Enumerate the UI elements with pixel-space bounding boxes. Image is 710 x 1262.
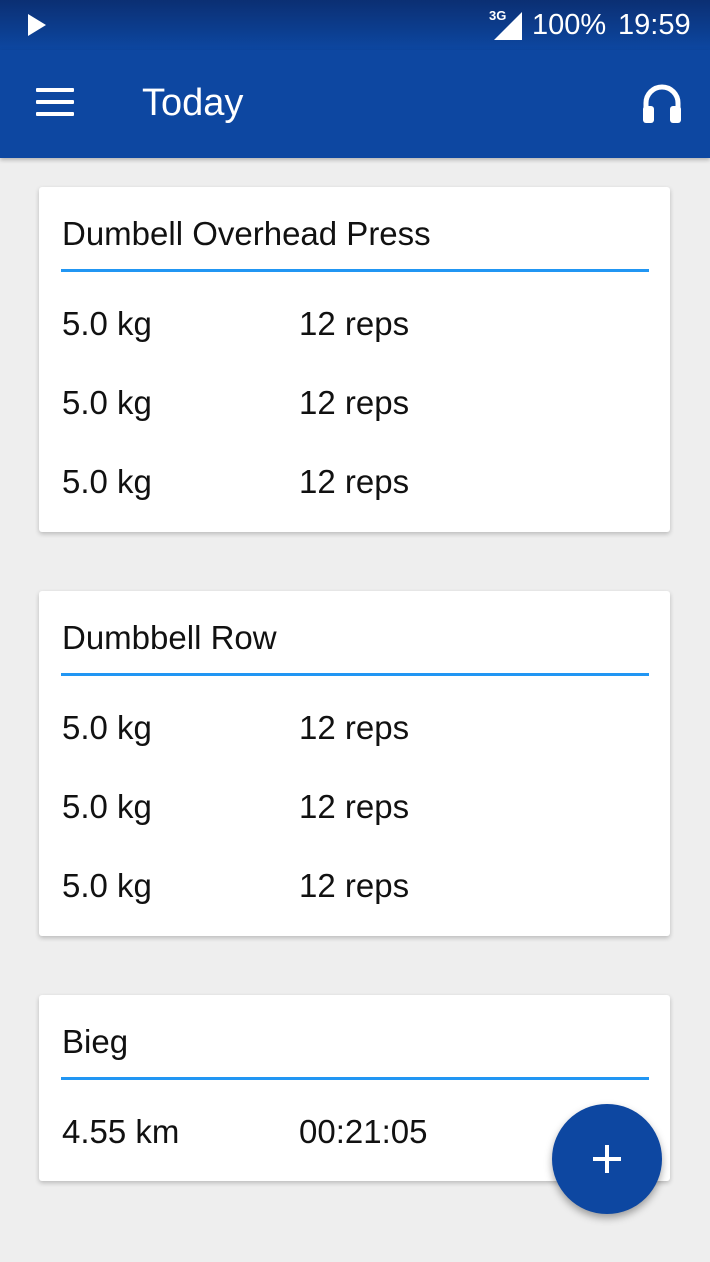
set-weight: 5.0 kg bbox=[62, 788, 152, 825]
set-weight: 5.0 kg bbox=[62, 867, 152, 904]
set-row[interactable]: 5.0 kg 12 reps bbox=[39, 384, 670, 424]
hamburger-menu-icon[interactable] bbox=[36, 88, 74, 118]
exercise-title: Dumbell Overhead Press bbox=[62, 215, 431, 252]
set-reps: 12 reps bbox=[299, 709, 410, 746]
screen: 3G 100% 19:59 Today Dumbell Overhead Pre… bbox=[0, 0, 710, 1262]
set-reps: 12 reps bbox=[299, 867, 410, 904]
status-bar: 3G 100% 19:59 bbox=[0, 0, 710, 50]
play-icon bbox=[28, 14, 46, 36]
set-row[interactable]: 5.0 kg 12 reps bbox=[39, 463, 670, 503]
plus-icon bbox=[593, 1145, 621, 1173]
clock: 19:59 bbox=[618, 9, 691, 41]
battery-level: 100% bbox=[532, 9, 607, 41]
title-divider bbox=[61, 673, 649, 676]
exercise-title: Bieg bbox=[62, 1023, 129, 1060]
set-reps: 12 reps bbox=[299, 463, 410, 500]
set-row[interactable]: 5.0 kg 12 reps bbox=[39, 788, 670, 828]
set-reps: 12 reps bbox=[299, 788, 410, 825]
set-duration: 00:21:05 bbox=[299, 1113, 428, 1150]
set-row[interactable]: 5.0 kg 12 reps bbox=[39, 709, 670, 749]
workout-card[interactable]: Dumbell Overhead Press 5.0 kg 12 reps 5.… bbox=[39, 187, 670, 532]
headset-icon[interactable] bbox=[640, 82, 684, 126]
set-row[interactable]: 5.0 kg 12 reps bbox=[39, 305, 670, 345]
signal-icon bbox=[494, 12, 522, 40]
app-bar: Today bbox=[0, 50, 710, 158]
page-title: Today bbox=[142, 82, 244, 124]
set-weight: 5.0 kg bbox=[62, 305, 152, 342]
set-reps: 12 reps bbox=[299, 305, 410, 342]
set-weight: 5.0 kg bbox=[62, 709, 152, 746]
set-weight: 5.0 kg bbox=[62, 463, 152, 500]
title-divider bbox=[61, 269, 649, 272]
set-row[interactable]: 5.0 kg 12 reps bbox=[39, 867, 670, 907]
workout-card[interactable]: Dumbbell Row 5.0 kg 12 reps 5.0 kg 12 re… bbox=[39, 591, 670, 936]
set-reps: 12 reps bbox=[299, 384, 410, 421]
title-divider bbox=[61, 1077, 649, 1080]
add-exercise-button[interactable] bbox=[552, 1104, 662, 1214]
set-weight: 5.0 kg bbox=[62, 384, 152, 421]
exercise-title: Dumbbell Row bbox=[62, 619, 277, 656]
set-distance: 4.55 km bbox=[62, 1113, 180, 1150]
